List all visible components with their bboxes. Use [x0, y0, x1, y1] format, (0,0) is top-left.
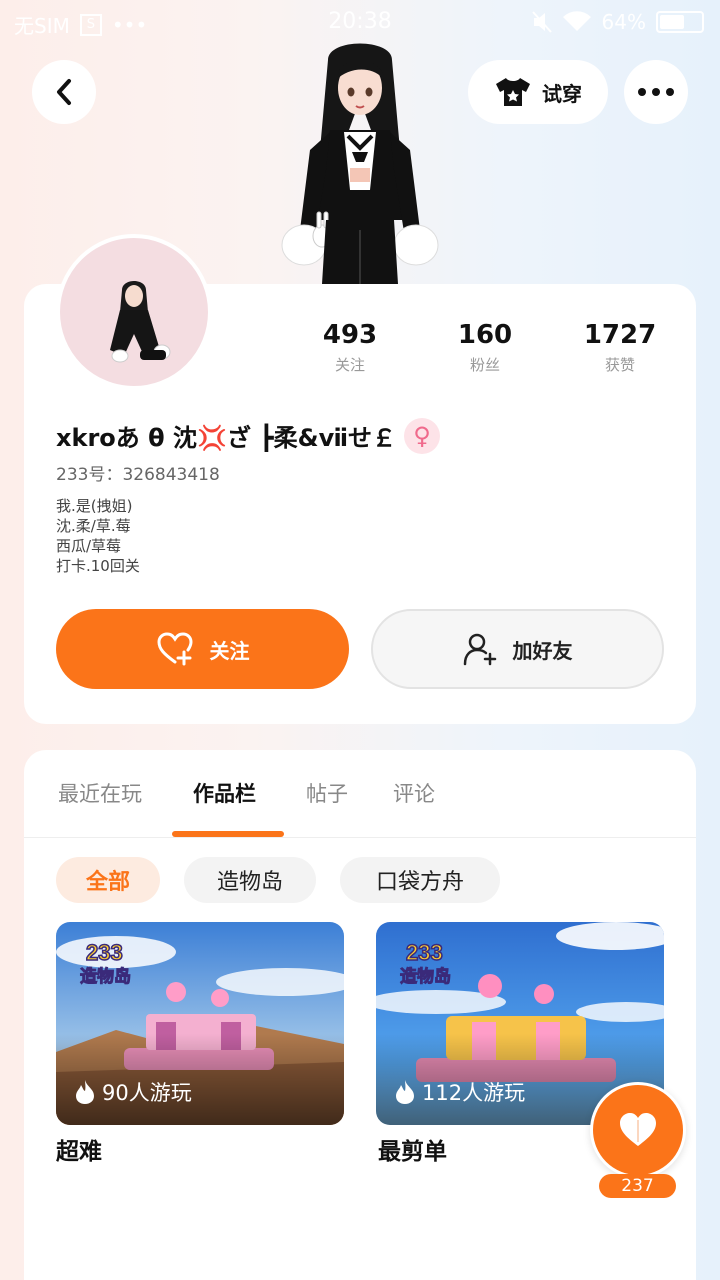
work-card[interactable]: 233 造物岛 90人游玩	[56, 922, 344, 1125]
bio-line: 沈.柔/草.莓	[56, 517, 131, 535]
tab-works[interactable]: 作品栏	[193, 778, 256, 808]
flame-icon	[396, 1080, 414, 1104]
battery-fill	[660, 15, 685, 29]
stat-fans[interactable]: 160 粉丝	[425, 320, 545, 375]
tab-posts[interactable]: 帖子	[306, 778, 348, 808]
more-dot	[666, 88, 674, 96]
like-button[interactable]	[590, 1082, 686, 1178]
wifi-icon	[562, 11, 591, 31]
tshirt-icon	[496, 78, 530, 106]
follow-button[interactable]: 关注	[56, 609, 349, 689]
chevron-left-icon	[57, 79, 71, 105]
stat-following-count: 493	[322, 320, 378, 350]
try-on-button[interactable]: 试穿	[468, 60, 608, 124]
island-logo-text: 造物岛	[80, 966, 131, 987]
gender-female-icon: ♀	[404, 418, 440, 454]
stat-fans-label: 粉丝	[469, 356, 500, 374]
like-count: 237	[599, 1174, 676, 1198]
island-logo-number: 233	[86, 940, 123, 965]
island-logo-number: 233	[406, 940, 443, 965]
stat-likes-label: 获赞	[604, 356, 635, 374]
avatar[interactable]	[56, 234, 212, 390]
bio-line: 打卡.10回关	[56, 557, 140, 575]
stats-row: 493 关注 160 粉丝 1727 获赞	[290, 320, 690, 380]
follow-label: 关注	[209, 638, 250, 663]
more-button[interactable]	[624, 60, 688, 124]
play-count: 112人游玩	[394, 1077, 525, 1107]
battery-percent: 64%	[601, 10, 646, 34]
avatar-image	[110, 281, 171, 363]
add-user-icon	[463, 633, 496, 666]
work-title[interactable]: 超难	[56, 1132, 102, 1166]
user-id: 233号：326843418	[56, 465, 220, 485]
add-friend-label: 加好友	[512, 638, 573, 663]
flame-icon	[76, 1080, 94, 1104]
play-count-text: 90人游玩	[102, 1081, 192, 1105]
more-dot	[652, 88, 660, 96]
back-button[interactable]	[32, 60, 96, 124]
work-title[interactable]: 最剪单	[378, 1132, 447, 1166]
filter-all[interactable]: 全部	[56, 857, 160, 903]
bio-line: 西瓜/草莓	[56, 537, 122, 555]
add-friend-button[interactable]: 加好友	[371, 609, 664, 689]
stat-following[interactable]: 493 关注	[290, 320, 410, 375]
heart-plus-icon	[156, 632, 193, 666]
play-count-text: 112人游玩	[422, 1081, 526, 1105]
tab-comments[interactable]: 评论	[393, 778, 435, 808]
bio-line: 我.是(拽姐)	[56, 497, 133, 515]
filter-pocket-ark[interactable]: 口袋方舟	[340, 857, 500, 903]
stat-following-label: 关注	[334, 356, 365, 374]
battery-icon	[656, 11, 704, 33]
heart-icon	[620, 1113, 656, 1146]
avatar-3d-figure[interactable]	[270, 40, 450, 284]
bio: 我.是(拽姐) 沈.柔/草.莓 西瓜/草莓 打卡.10回关	[56, 496, 140, 576]
filter-creation-island[interactable]: 造物岛	[184, 857, 316, 903]
gender-symbol: ♀	[413, 422, 431, 450]
play-count: 90人游玩	[74, 1077, 192, 1107]
more-dot	[638, 88, 646, 96]
nickname: xkroあ θ 沈💢ざ ┣柔&ⅶせ￡	[56, 424, 397, 452]
try-on-label: 试穿	[542, 81, 582, 106]
stat-likes[interactable]: 1727 获赞	[560, 320, 680, 375]
island-logo-text: 造物岛	[400, 966, 451, 987]
stat-likes-count: 1727	[583, 320, 657, 350]
stat-fans-count: 160	[457, 320, 513, 350]
tab-recent[interactable]: 最近在玩	[58, 778, 142, 808]
mute-icon	[531, 11, 552, 33]
tab-divider	[24, 837, 696, 838]
